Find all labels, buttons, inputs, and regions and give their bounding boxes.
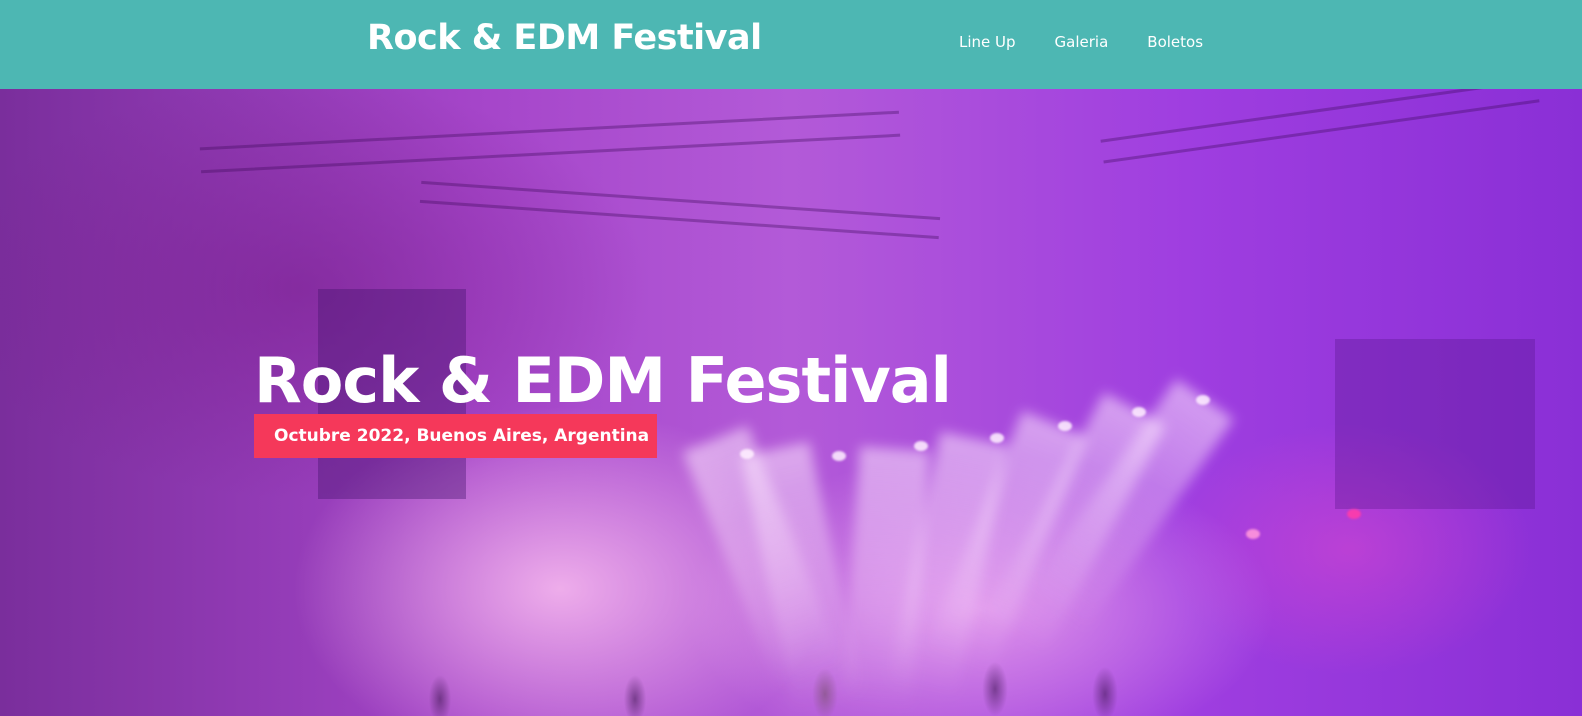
stage-lamp <box>1132 407 1146 417</box>
stage-lamp <box>1196 395 1210 405</box>
stage-lamp <box>1058 421 1072 431</box>
stage-lamp <box>1347 509 1361 519</box>
stage-lamp <box>990 433 1004 443</box>
performers-silhouettes <box>380 649 1200 716</box>
nav-link-line-up[interactable]: Line Up <box>959 33 1016 51</box>
stage-truss <box>419 180 941 240</box>
hero-title: Rock & EDM Festival <box>254 344 952 417</box>
stage-lamp <box>1246 529 1260 539</box>
nav-link-galeria[interactable]: Galeria <box>1055 33 1109 51</box>
stage-lamp <box>832 451 846 461</box>
stage-lamp <box>914 441 928 451</box>
stage-truss <box>199 110 901 174</box>
main-nav: Line Up Galeria Boletos <box>959 33 1203 51</box>
event-date-location-badge: Octubre 2022, Buenos Aires, Argentina <box>254 414 657 458</box>
hero-section: Rock & EDM Festival Octubre 2022, Buenos… <box>0 89 1582 716</box>
nav-link-boletos[interactable]: Boletos <box>1147 33 1203 51</box>
stage-speaker <box>1335 339 1535 509</box>
site-logo-title[interactable]: Rock & EDM Festival <box>367 18 762 58</box>
stage-truss <box>1100 89 1540 164</box>
site-header: Rock & EDM Festival Line Up Galeria Bole… <box>0 0 1582 89</box>
stage-lamp <box>740 449 754 459</box>
